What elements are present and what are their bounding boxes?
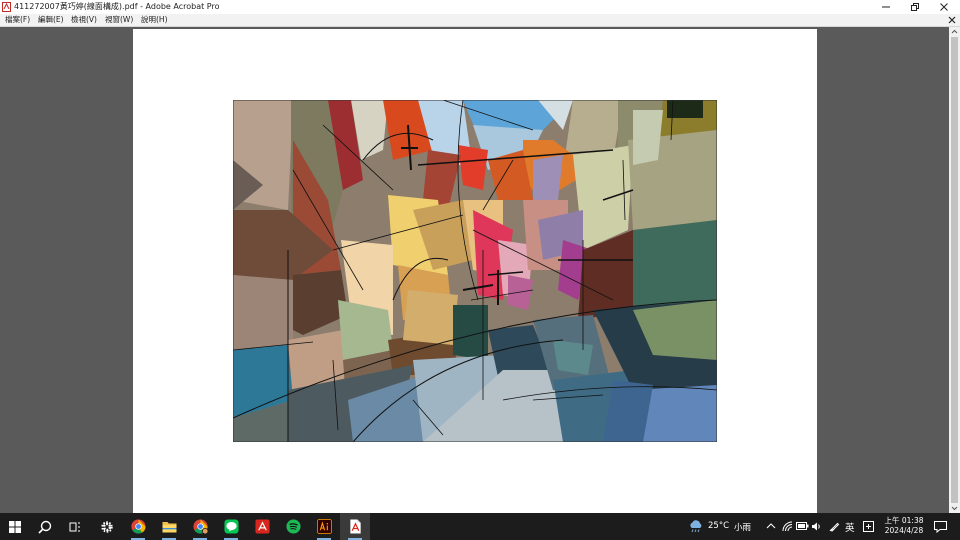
- illustrator-icon: [316, 519, 332, 534]
- clock-time: 上午 01:38: [884, 516, 924, 525]
- taskbar-chrome[interactable]: [123, 513, 153, 540]
- taskbar: 25°C 小雨 英 上午 01:38 2024/4/28: [0, 513, 960, 540]
- start-button[interactable]: [0, 513, 30, 540]
- settings-icon: [101, 520, 113, 533]
- menu-help[interactable]: 說明(H): [141, 14, 168, 26]
- vertical-scrollbar[interactable]: [949, 27, 960, 513]
- menu-file[interactable]: 檔案(F): [5, 14, 30, 26]
- task-view-button[interactable]: [60, 513, 90, 540]
- weather-temperature[interactable]: 25°C: [708, 521, 729, 531]
- line-icon: [223, 519, 239, 534]
- menu-bar: 檔案(F) 編輯(E) 檢視(V) 視窗(W) 說明(H): [0, 14, 960, 27]
- acrobat-pro-icon: [349, 519, 361, 534]
- chrome-profile-icon: [192, 519, 208, 534]
- network-icon[interactable]: [782, 521, 793, 532]
- notification-icon[interactable]: [934, 520, 947, 533]
- taskbar-acrobat[interactable]: [247, 513, 277, 540]
- menu-window[interactable]: 視窗(W): [105, 14, 133, 26]
- ime-mode-icon[interactable]: [863, 521, 874, 532]
- spotify-icon: [285, 519, 301, 534]
- restore-button[interactable]: [900, 0, 930, 14]
- taskbar-chrome-profile[interactable]: [185, 513, 215, 540]
- close-document-icon[interactable]: [947, 15, 957, 25]
- pen-icon[interactable]: [829, 521, 840, 532]
- taskbar-illustrator[interactable]: [309, 513, 339, 540]
- settings-button[interactable]: [92, 513, 122, 540]
- battery-icon[interactable]: [796, 522, 809, 531]
- file-explorer-icon: [162, 522, 176, 533]
- weather-condition[interactable]: 小雨: [734, 521, 751, 533]
- acrobat-icon: [254, 519, 270, 534]
- close-icon: [940, 3, 948, 11]
- taskbar-file-explorer[interactable]: [154, 513, 184, 540]
- start-icon: [9, 520, 21, 533]
- document-viewport[interactable]: [0, 27, 949, 513]
- abstract-artwork: [233, 100, 717, 442]
- taskbar-line[interactable]: [216, 513, 246, 540]
- scroll-down-icon[interactable]: [949, 503, 960, 513]
- weather-rain-icon[interactable]: [688, 520, 704, 533]
- pdf-page: [133, 29, 817, 513]
- scrollbar-thumb[interactable]: [951, 37, 958, 503]
- taskbar-acrobat-pro[interactable]: [340, 513, 370, 540]
- pdf-file-icon: [2, 2, 11, 12]
- menu-edit[interactable]: 編輯(E): [38, 14, 64, 26]
- taskbar-spotify[interactable]: [278, 513, 308, 540]
- clock-date: 2024/4/28: [884, 526, 924, 535]
- volume-icon[interactable]: [811, 521, 822, 532]
- search-icon: [38, 520, 52, 534]
- window-title: 411272007黃巧婷(線面構成).pdf - Adobe Acrobat P…: [14, 2, 220, 11]
- restore-icon: [911, 3, 919, 11]
- title-bar: 411272007黃巧婷(線面構成).pdf - Adobe Acrobat P…: [0, 0, 960, 14]
- ime-indicator[interactable]: 英: [845, 520, 855, 534]
- menu-view[interactable]: 檢視(V): [71, 14, 97, 26]
- scroll-up-icon[interactable]: [949, 27, 960, 37]
- task-view-icon: [69, 522, 80, 531]
- minimize-button[interactable]: [871, 0, 901, 14]
- chevron-up-icon[interactable]: [766, 522, 776, 530]
- search-button[interactable]: [30, 513, 60, 540]
- minimize-icon: [882, 6, 890, 8]
- close-button[interactable]: [929, 0, 959, 14]
- chrome-icon: [130, 519, 146, 534]
- clock[interactable]: 上午 01:38 2024/4/28: [876, 516, 932, 536]
